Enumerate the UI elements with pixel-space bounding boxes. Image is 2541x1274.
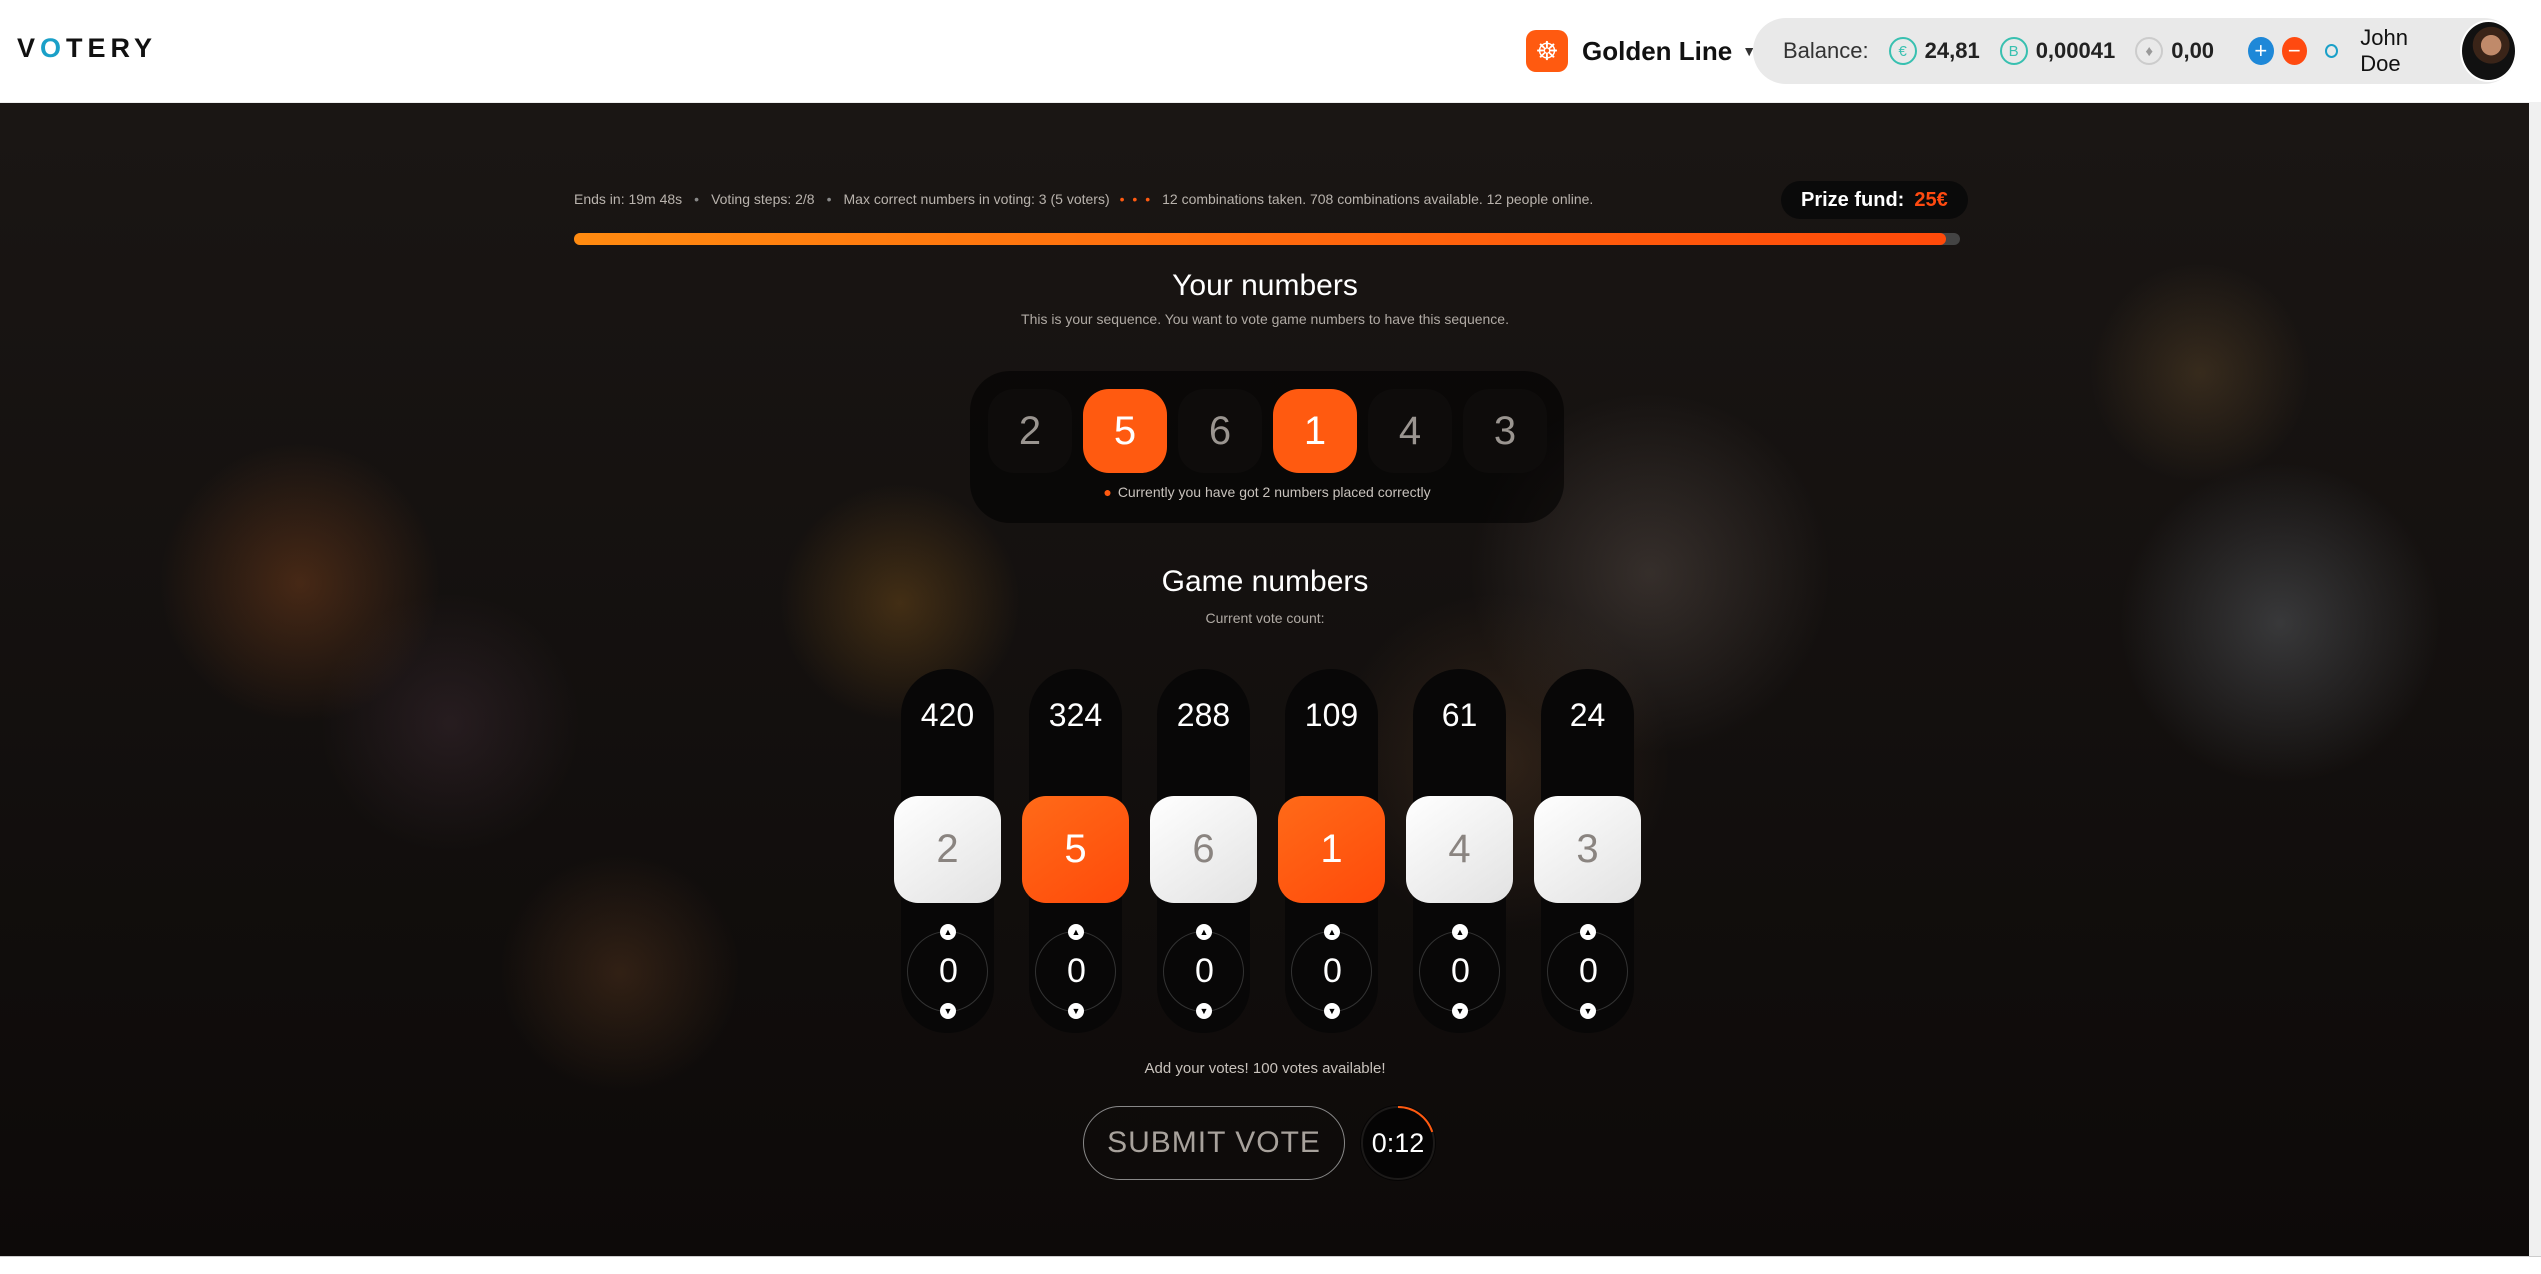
top-bar: VOTERY ☸ Golden Line ▼ Balance: € 24,81 … [0, 0, 2541, 103]
your-numbers-title: Your numbers [1172, 269, 1358, 302]
correct-numbers-note: ● Currently you have got 2 numbers placed… [970, 484, 1564, 500]
game-line-name: Golden Line [1582, 35, 1733, 66]
game-number-columns: 420 2 ▲ 0 ▼ 324 5 ▲ 0 ▼ 288 6 ▲ 0 ▼ 109 … [894, 669, 1641, 1033]
vote-count: 24 [1569, 697, 1606, 733]
game-numbers-subtitle: Current vote count: [1205, 610, 1325, 626]
vote-stepper-value[interactable]: 0 [1420, 952, 1501, 991]
game-number-tile[interactable]: 6 [1150, 796, 1257, 903]
game-number-tile[interactable]: 2 [894, 796, 1001, 903]
vote-stepper-value[interactable]: 0 [908, 952, 989, 991]
vote-stepper[interactable]: ▲ 0 ▼ [907, 924, 989, 1019]
vote-down-arrow-icon[interactable]: ▼ [940, 1003, 956, 1019]
ethereum-balance: ♦ 0,00 [2135, 37, 2214, 65]
voting-steps-text: Voting steps: 2/8 [711, 191, 815, 207]
ethereum-icon: ♦ [2135, 37, 2164, 65]
vote-up-arrow-icon[interactable]: ▲ [940, 924, 956, 940]
game-number-column: 420 2 ▲ 0 ▼ [894, 669, 1001, 1033]
your-number-ball: 4 [1368, 389, 1452, 473]
game-number-column: 61 4 ▲ 0 ▼ [1406, 669, 1513, 1033]
vote-down-arrow-icon[interactable]: ▼ [1324, 1003, 1340, 1019]
user-name[interactable]: John Doe [2360, 25, 2446, 77]
game-numbers-title: Game numbers [1161, 565, 1369, 598]
vote-stepper[interactable]: ▲ 0 ▼ [1547, 924, 1629, 1019]
game-area: Ends in: 19m 48s • Voting steps: 2/8 • Max c… [0, 103, 2530, 1256]
vote-stepper-value[interactable]: 0 [1164, 952, 1245, 991]
game-line-selector[interactable]: ☸ Golden Line ▼ [1526, 30, 1756, 72]
balance-label: Balance: [1783, 38, 1869, 63]
voting-progress-bar [574, 233, 1960, 245]
withdraw-button[interactable]: − [2281, 37, 2308, 65]
vote-stepper[interactable]: ▲ 0 ▼ [1291, 924, 1373, 1019]
your-number-ball: 3 [1463, 389, 1547, 473]
your-number-ball: 2 [988, 389, 1072, 473]
balance-panel: Balance: € 24,81 B 0,00041 ♦ 0,00 + − Jo… [1753, 18, 2518, 84]
bitcoin-icon: B [1999, 37, 2028, 65]
vote-up-arrow-icon[interactable]: ▲ [1324, 924, 1340, 940]
status-dot-icon [2325, 44, 2339, 58]
ends-in-text: Ends in: 19m 48s [574, 191, 683, 207]
vote-up-arrow-icon[interactable]: ▲ [1580, 924, 1596, 940]
vote-count: 61 [1441, 697, 1478, 733]
vote-down-arrow-icon[interactable]: ▼ [1580, 1003, 1596, 1019]
euro-balance-value: 24,81 [1924, 38, 1980, 63]
page-scrollbar[interactable] [2529, 102, 2541, 1273]
prize-fund-value: 25€ [1914, 188, 1948, 211]
max-correct-text: Max correct numbers in voting: 3 (5 vote… [843, 191, 1110, 207]
votes-available-note: Add your votes! 100 votes available! [1144, 1060, 1386, 1077]
vote-count: 324 [1048, 697, 1103, 733]
your-number-ball: 6 [1178, 389, 1262, 473]
euro-balance: € 24,81 [1888, 37, 1980, 65]
votery-logo[interactable]: VOTERY [17, 33, 157, 64]
vote-down-arrow-icon[interactable]: ▼ [1196, 1003, 1212, 1019]
vote-stepper[interactable]: ▲ 0 ▼ [1419, 924, 1501, 1019]
vote-count: 288 [1176, 697, 1231, 733]
ship-wheel-icon: ☸ [1526, 30, 1568, 72]
your-numbers-subtitle: This is your sequence. You want to vote … [1021, 311, 1509, 327]
bitcoin-balance-value: 0,00041 [2035, 38, 2116, 63]
deposit-button[interactable]: + [2248, 37, 2274, 65]
bottom-strip [0, 1256, 2541, 1274]
game-number-column: 288 6 ▲ 0 ▼ [1150, 669, 1257, 1033]
your-number-ball: 5 [1083, 389, 1167, 473]
game-number-column: 109 1 ▲ 0 ▼ [1278, 669, 1385, 1033]
avatar[interactable] [2460, 20, 2518, 82]
your-numbers-row: 2 5 6 1 4 3 [988, 389, 1547, 473]
game-number-tile[interactable]: 3 [1534, 796, 1641, 903]
prize-fund-badge: Prize fund: 25€ [1781, 181, 1968, 219]
game-number-column: 24 3 ▲ 0 ▼ [1534, 669, 1641, 1033]
vote-stepper[interactable]: ▲ 0 ▼ [1163, 924, 1245, 1019]
bullet-icon: ● [1103, 484, 1112, 500]
voting-progress-fill [574, 233, 1947, 245]
combinations-summary: 12 combinations taken. 708 combinations … [1162, 191, 1594, 207]
vote-stepper[interactable]: ▲ 0 ▼ [1035, 924, 1117, 1019]
game-number-column: 324 5 ▲ 0 ▼ [1022, 669, 1129, 1033]
ethereum-balance-value: 0,00 [2171, 38, 2215, 63]
countdown-timer: 0:12 [1360, 1105, 1436, 1181]
vote-down-arrow-icon[interactable]: ▼ [1068, 1003, 1084, 1019]
your-number-ball: 1 [1273, 389, 1357, 473]
your-numbers-panel: 2 5 6 1 4 3 ● Currently you have got 2 nu… [970, 371, 1564, 523]
prize-fund-label: Prize fund: [1801, 188, 1905, 211]
submit-vote-button[interactable]: SUBMIT VOTE [1083, 1106, 1345, 1180]
vote-up-arrow-icon[interactable]: ▲ [1068, 924, 1084, 940]
voting-stats: Ends in: 19m 48s • Voting steps: 2/8 • Max c… [574, 191, 1594, 207]
game-number-tile[interactable]: 1 [1278, 796, 1385, 903]
dots-separator: • • • [1119, 191, 1153, 207]
correct-numbers-text: Currently you have got 2 numbers placed … [1117, 484, 1431, 500]
vote-stepper-value[interactable]: 0 [1036, 952, 1117, 991]
game-number-tile[interactable]: 5 [1022, 796, 1129, 903]
timer-value: 0:12 [1371, 1127, 1425, 1158]
vote-up-arrow-icon[interactable]: ▲ [1196, 924, 1212, 940]
euro-icon: € [1888, 37, 1917, 65]
vote-stepper-value[interactable]: 0 [1548, 952, 1629, 991]
vote-down-arrow-icon[interactable]: ▼ [1452, 1003, 1468, 1019]
bitcoin-balance: B 0,00041 [1999, 37, 2116, 65]
vote-stepper-value[interactable]: 0 [1292, 952, 1373, 991]
game-number-tile[interactable]: 4 [1406, 796, 1513, 903]
vote-up-arrow-icon[interactable]: ▲ [1452, 924, 1468, 940]
vote-count: 420 [920, 697, 975, 733]
vote-count: 109 [1304, 697, 1359, 733]
